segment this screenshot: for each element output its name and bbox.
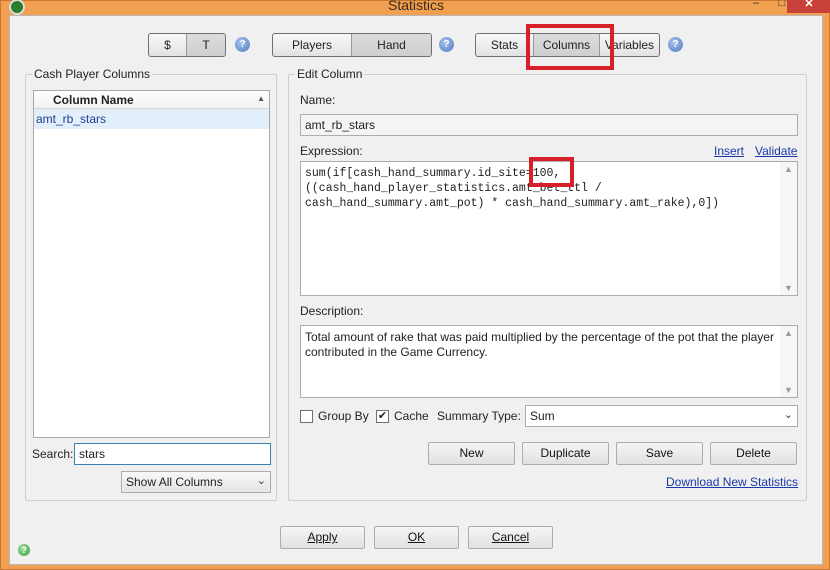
ok-button[interactable]: OK <box>374 526 459 549</box>
save-button[interactable]: Save <box>616 442 703 465</box>
group-title: Edit Column <box>295 67 365 81</box>
cache-checkbox[interactable]: ✔ Cache <box>376 409 429 423</box>
cancel-button[interactable]: Cancel <box>468 526 553 549</box>
column-name-header[interactable]: Column Name ▲ <box>34 91 269 109</box>
scope-players-button[interactable]: Players <box>273 34 352 56</box>
summary-type-value: Sum <box>530 409 555 423</box>
column-filter-select[interactable]: Show All Columns ⌄ <box>121 471 271 493</box>
minimize-icon[interactable]: – <box>743 0 769 13</box>
help-icon[interactable]: ? <box>439 37 454 52</box>
scroll-down-icon[interactable]: ▼ <box>780 283 797 293</box>
cash-player-columns-group: Cash Player Columns Column Name ▲ amt_rb… <box>25 67 277 501</box>
mode-variables-button[interactable]: Variables <box>600 34 659 56</box>
group-title: Cash Player Columns <box>32 67 153 81</box>
column-header-label: Column Name <box>53 93 134 107</box>
currency-dollar-button[interactable]: $ <box>149 34 187 56</box>
search-label: Search: <box>32 447 74 461</box>
expression-scrollbar[interactable]: ▲ ▼ <box>780 162 797 295</box>
currency-tournament-button[interactable]: T <box>187 34 225 56</box>
cache-label: Cache <box>394 409 429 423</box>
summary-type-select[interactable]: Sum ⌄ <box>525 405 798 427</box>
validate-link[interactable]: Validate <box>755 144 797 158</box>
scope-toggle-group: Players Hand <box>272 33 432 57</box>
list-item[interactable]: amt_rb_stars <box>34 109 269 129</box>
new-button[interactable]: New <box>428 442 515 465</box>
mode-toggle-group: Stats Columns Variables <box>475 33 660 57</box>
window-frame: Statistics – □ ✕ $ T ? Players Hand ? St… <box>0 0 830 570</box>
duplicate-button[interactable]: Duplicate <box>522 442 609 465</box>
group-by-checkbox[interactable]: Group By <box>300 409 369 423</box>
expression-editor[interactable]: sum(if[cash_hand_summary.id_site=100, ((… <box>300 161 798 296</box>
edit-column-group: Edit Column Name: amt_rb_stars Expressio… <box>288 67 807 501</box>
group-by-box[interactable] <box>300 409 313 423</box>
expression-text: sum(if[cash_hand_summary.id_site=100, ((… <box>305 167 720 210</box>
column-list[interactable]: Column Name ▲ amt_rb_stars <box>33 90 270 438</box>
expression-label: Expression: <box>300 144 363 158</box>
insert-link[interactable]: Insert <box>714 144 744 158</box>
group-by-label: Group By <box>318 409 369 423</box>
checkmark-icon[interactable]: ✔ <box>376 409 389 423</box>
description-editor[interactable]: Total amount of rake that was paid multi… <box>300 325 798 398</box>
search-input[interactable]: stars <box>74 443 271 465</box>
scroll-up-icon[interactable]: ▲ <box>780 164 797 174</box>
close-icon[interactable]: ✕ <box>787 0 830 13</box>
description-label: Description: <box>300 304 364 318</box>
summary-type-label: Summary Type: <box>437 409 521 423</box>
scroll-down-icon[interactable]: ▼ <box>780 385 797 395</box>
name-field[interactable]: amt_rb_stars <box>300 114 798 136</box>
mode-stats-button[interactable]: Stats <box>476 34 534 56</box>
description-text: Total amount of rake that was paid multi… <box>305 330 778 359</box>
column-filter-value: Show All Columns <box>126 475 223 489</box>
dialog-client-area: $ T ? Players Hand ? Stats Columns Varia… <box>9 15 823 565</box>
chevron-down-icon: ⌄ <box>783 409 793 421</box>
status-icon: ? <box>18 544 30 556</box>
title-bar: Statistics – □ ✕ <box>1 0 830 15</box>
chevron-down-icon: ⌄ <box>256 475 266 487</box>
help-icon[interactable]: ? <box>235 37 250 52</box>
delete-button[interactable]: Delete <box>710 442 797 465</box>
scroll-up-icon[interactable]: ▲ <box>780 328 797 338</box>
apply-button[interactable]: Apply <box>280 526 365 549</box>
mode-columns-button[interactable]: Columns <box>534 34 600 56</box>
description-scrollbar[interactable]: ▲ ▼ <box>780 326 797 397</box>
help-icon[interactable]: ? <box>668 37 683 52</box>
name-label: Name: <box>300 93 336 107</box>
window-title: Statistics <box>387 0 444 13</box>
download-statistics-link[interactable]: Download New Statistics <box>666 475 798 489</box>
scope-hand-button[interactable]: Hand <box>352 34 431 56</box>
currency-toggle-group: $ T <box>148 33 226 57</box>
sort-ascending-icon: ▲ <box>257 94 265 103</box>
